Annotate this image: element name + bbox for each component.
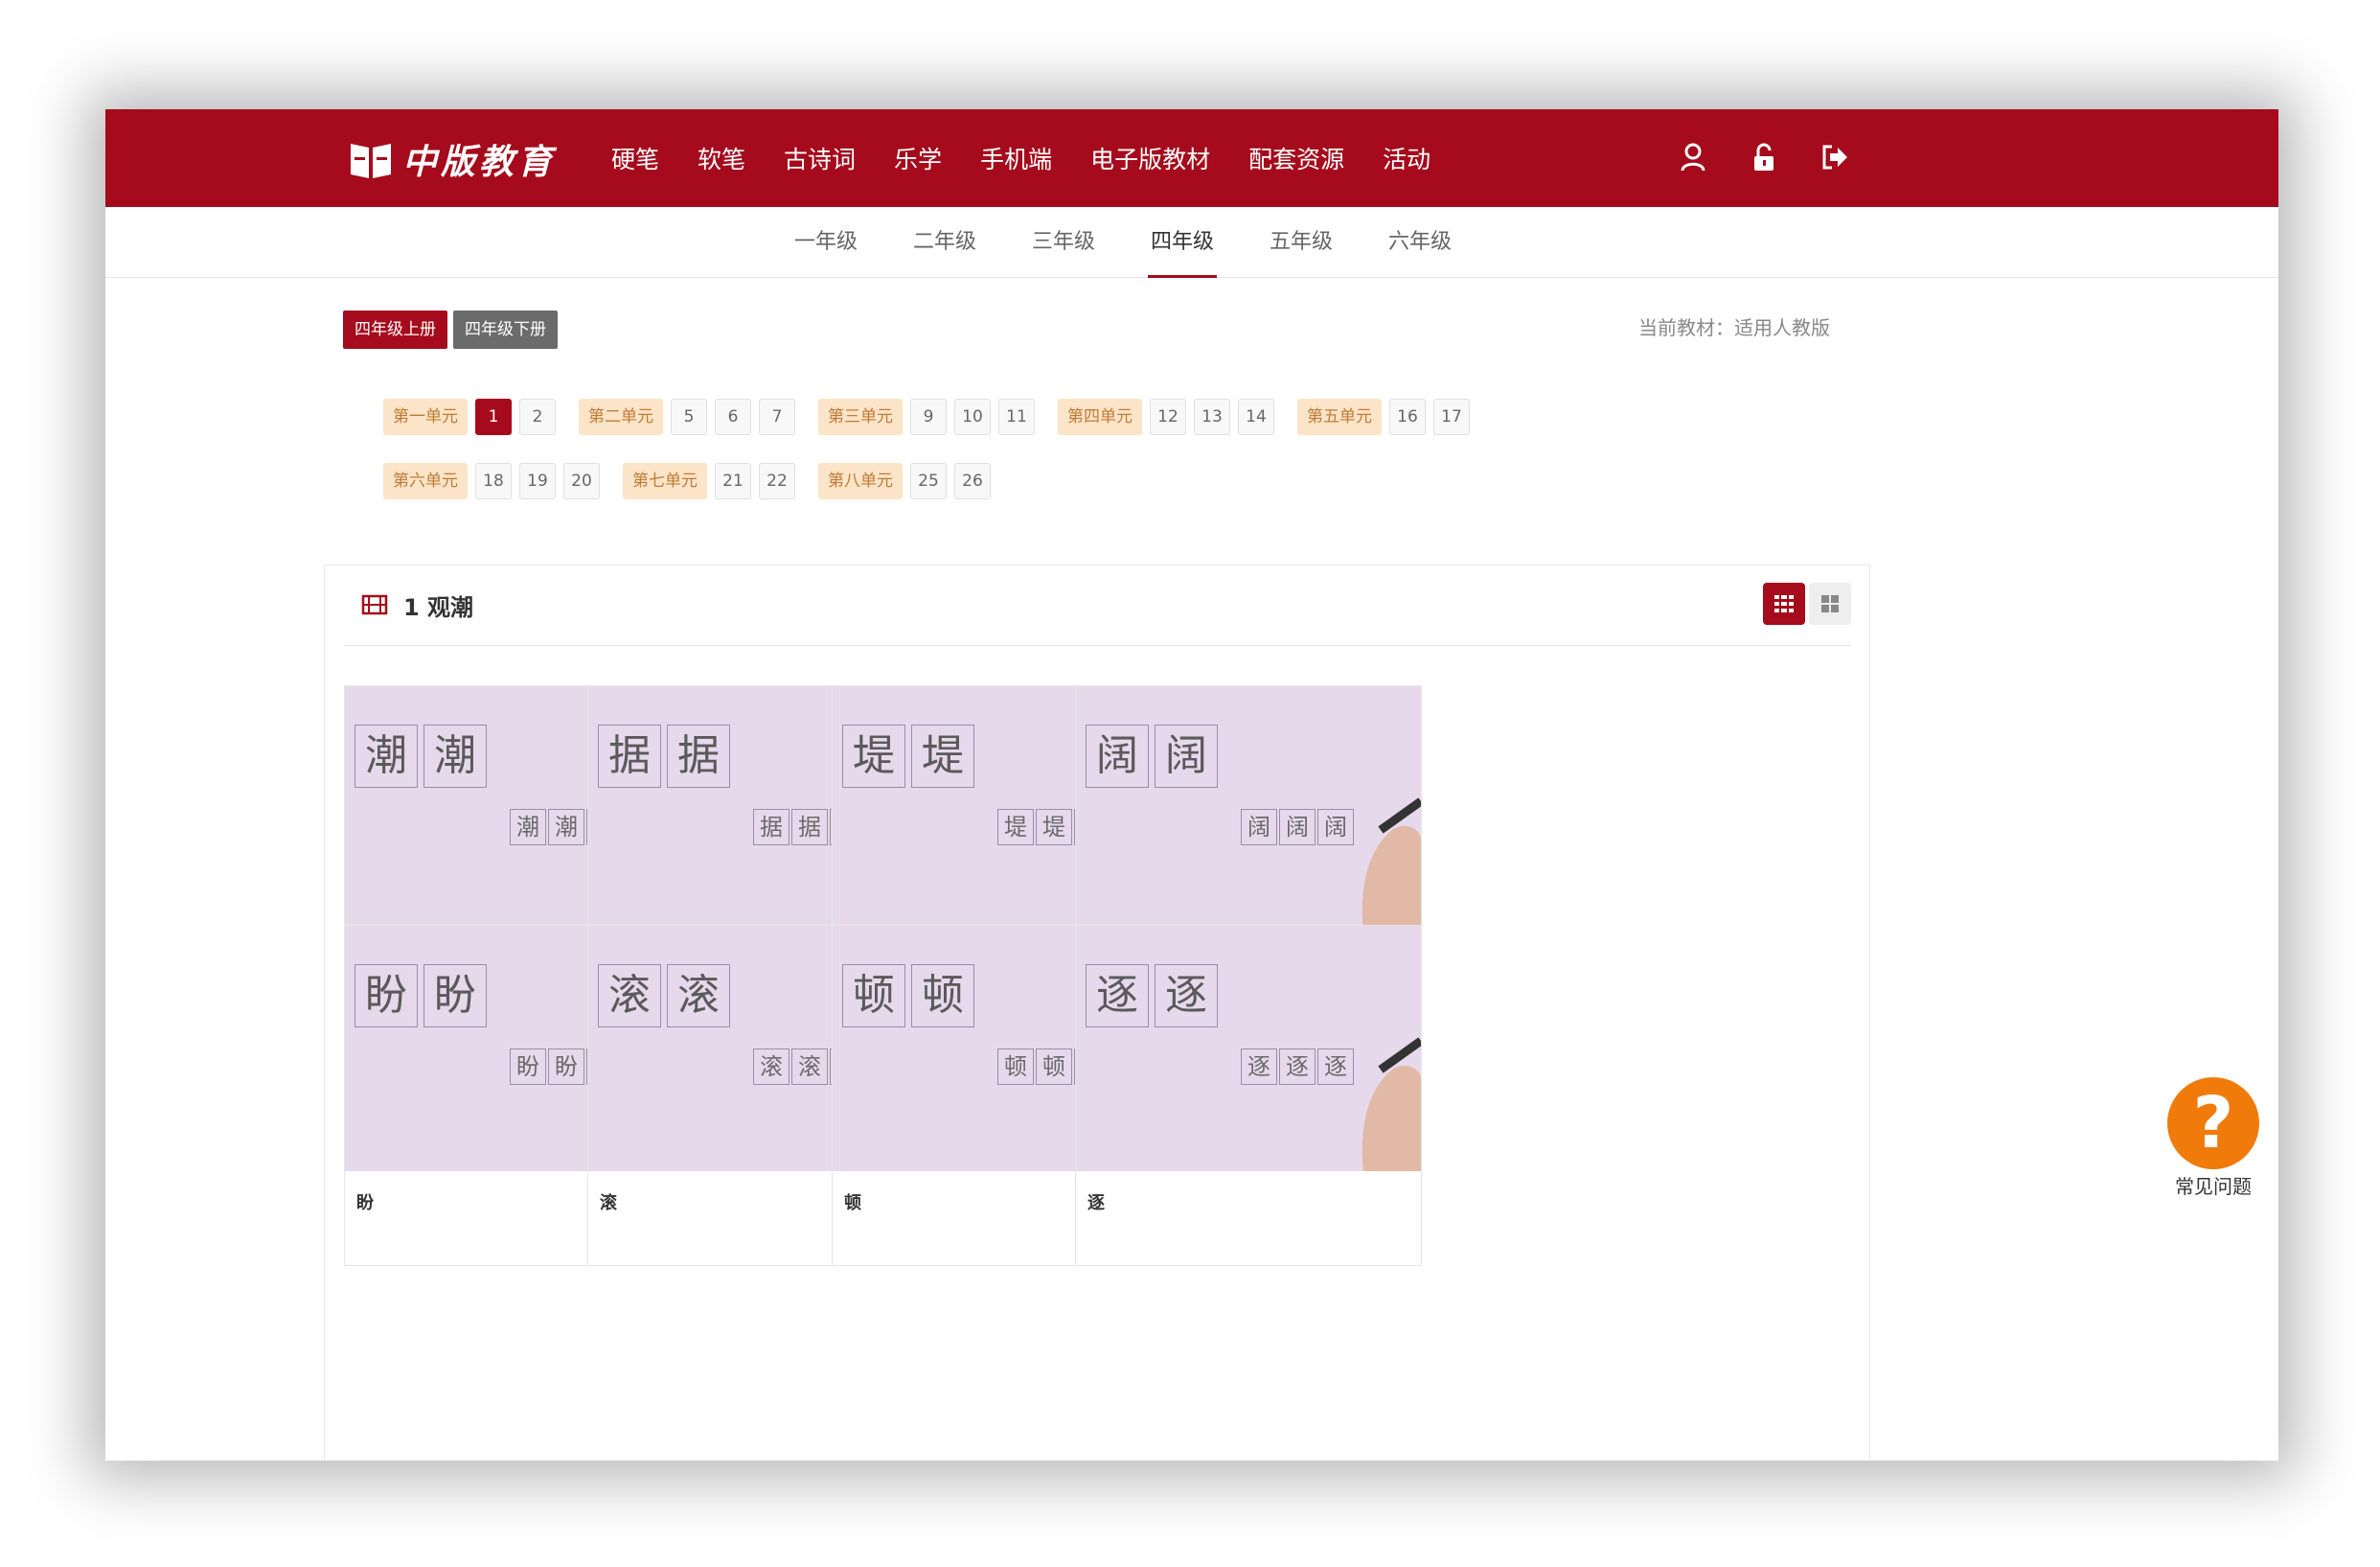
nav-item-2[interactable]: 古诗词 [784, 141, 856, 175]
unit-tag[interactable]: 第六单元 [383, 463, 468, 499]
nav-item-3[interactable]: 乐学 [894, 141, 942, 175]
lesson-button[interactable]: 13 [1194, 399, 1230, 435]
unit-tag[interactable]: 第五单元 [1297, 399, 1382, 435]
nav-item-5[interactable]: 电子版教材 [1090, 141, 1210, 175]
help-label: 常见问题 [2175, 1175, 2252, 1198]
lesson-title: 1 观潮 [403, 594, 474, 621]
large-grid-view-button[interactable] [1809, 583, 1851, 625]
lesson-button[interactable]: 7 [759, 399, 795, 435]
unit-tag[interactable]: 第三单元 [818, 399, 903, 435]
grade-tab-2[interactable]: 二年级 [885, 207, 1004, 278]
lesson-button[interactable]: 2 [519, 399, 556, 435]
logout-icon[interactable] [1819, 138, 1851, 176]
grid-small-icon [1774, 595, 1794, 612]
lesson-button[interactable]: 1 [475, 399, 512, 435]
user-icon[interactable] [1677, 138, 1709, 176]
lesson-button[interactable]: 10 [954, 399, 991, 435]
help-button[interactable]: ? [2167, 1077, 2259, 1169]
grid-large-icon [1821, 595, 1839, 612]
nav-item-1[interactable]: 软笔 [698, 141, 745, 175]
grade-tabs: 一年级 二年级 三年级 四年级 五年级 六年级 [767, 207, 1479, 278]
book-logo-icon [351, 144, 391, 178]
nav-item-6[interactable]: 配套资源 [1248, 141, 1344, 175]
lesson-button[interactable]: 25 [910, 463, 947, 499]
current-edition: 当前教材：适用人教版 [1638, 316, 1830, 339]
main-nav: 硬笔 软笔 古诗词 乐学 手机端 电子版教材 配套资源 活动 [611, 109, 1469, 207]
volume-button-1[interactable]: 四年级上册 [343, 311, 447, 349]
unit-tag[interactable]: 第一单元 [383, 399, 468, 435]
view-toggle [1763, 583, 1851, 625]
video-card[interactable]: 逐逐逐逐逐逐 [1075, 925, 1422, 1266]
brand-name: 中版教育 [402, 142, 557, 182]
grade-tab-1[interactable]: 一年级 [767, 207, 885, 278]
browser-page: 中版教育 硬笔 软笔 古诗词 乐学 手机端 电子版教材 配套资源 活动 一年级 二年级 三年级 四年… [105, 109, 2278, 1461]
lesson-row-1: 第一单元 1 2 第二单元 5 6 7 第三单元 9 10 11 第四单元 12 13 14 第五单元 16 17 [383, 399, 1477, 435]
unit-tag[interactable]: 第七单元 [623, 463, 707, 499]
writing-hand-illustration [1362, 1037, 1421, 1171]
header-icon-group [1677, 138, 1851, 176]
lesson-button[interactable]: 5 [671, 399, 707, 435]
grid-view-button[interactable] [1763, 583, 1805, 625]
top-navbar: 中版教育 硬笔 软笔 古诗词 乐学 手机端 电子版教材 配套资源 活动 [105, 109, 2278, 207]
lesson-button[interactable]: 9 [910, 399, 947, 435]
film-icon [361, 594, 388, 615]
video-title: 顿 [844, 1193, 861, 1213]
lesson-button[interactable]: 20 [563, 463, 600, 499]
nav-item-4[interactable]: 手机端 [980, 141, 1052, 175]
video-thumbnail[interactable]: 逐逐逐逐逐 [1076, 926, 1421, 1171]
lesson-button[interactable]: 22 [759, 463, 795, 499]
writing-hand-illustration [1362, 797, 1421, 932]
lesson-row-2: 第六单元 18 19 20 第七单元 21 22 第八单元 25 26 [383, 463, 998, 499]
unit-tag[interactable]: 第八单元 [818, 463, 903, 499]
lesson-button[interactable]: 14 [1238, 399, 1274, 435]
lesson-button[interactable]: 11 [998, 399, 1035, 435]
video-thumbnail[interactable]: 阔阔阔阔阔 [1076, 686, 1421, 932]
lesson-button[interactable]: 17 [1433, 399, 1470, 435]
video-title: 滚 [600, 1193, 617, 1213]
grade-tab-4[interactable]: 四年级 [1123, 207, 1242, 278]
grade-bar: 一年级 二年级 三年级 四年级 五年级 六年级 [105, 207, 2278, 278]
lesson-button[interactable]: 18 [475, 463, 512, 499]
lesson-button[interactable]: 12 [1150, 399, 1186, 435]
volume-button-2[interactable]: 四年级下册 [453, 311, 558, 349]
grade-tab-6[interactable]: 六年级 [1361, 207, 1479, 278]
video-title: 盼 [356, 1193, 374, 1213]
nav-item-0[interactable]: 硬笔 [611, 141, 659, 175]
lesson-panel: 1 观潮 潮潮潮潮潮潮613据据据据据据103堤堤堤堤堤堤82阔阔阔阔阔阔43盼… [324, 565, 1870, 1461]
lesson-button[interactable]: 21 [715, 463, 751, 499]
site-logo[interactable]: 中版教育 [349, 132, 556, 186]
lesson-button[interactable]: 19 [519, 463, 556, 499]
grade-tab-3[interactable]: 三年级 [1004, 207, 1123, 278]
unit-tag[interactable]: 第二单元 [579, 399, 663, 435]
grade-tab-5[interactable]: 五年级 [1242, 207, 1361, 278]
volume-toggle: 四年级上册 四年级下册 [343, 311, 558, 349]
nav-item-7[interactable]: 活动 [1383, 141, 1430, 175]
lesson-button[interactable]: 26 [954, 463, 991, 499]
unlock-icon[interactable] [1748, 138, 1780, 176]
unit-tag[interactable]: 第四单元 [1058, 399, 1142, 435]
lesson-button[interactable]: 16 [1389, 399, 1426, 435]
question-icon: ? [2192, 1082, 2234, 1164]
video-title: 逐 [1087, 1193, 1105, 1213]
panel-header: 1 观潮 [344, 565, 1851, 646]
lesson-button[interactable]: 6 [715, 399, 751, 435]
